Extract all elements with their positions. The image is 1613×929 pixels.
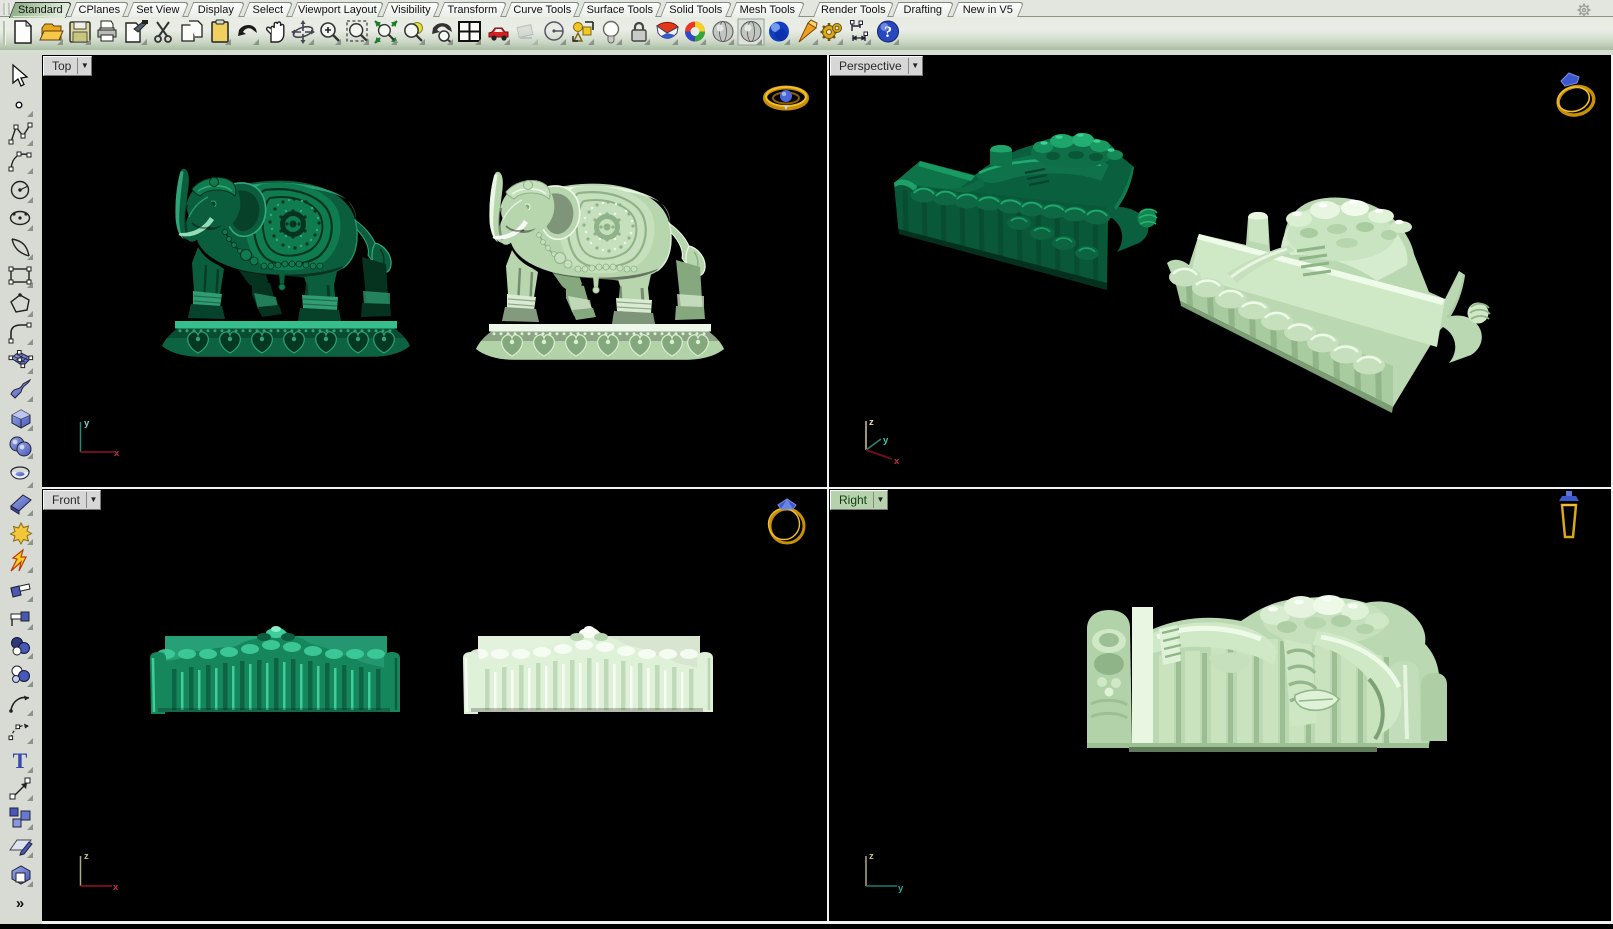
svg-text:y: y [84,418,90,429]
svg-text:y: y [898,883,904,894]
svg-text:?: ? [884,24,892,41]
svg-text:x: x [894,456,900,467]
svg-text:z: z [869,851,874,862]
svg-text:z: z [84,851,89,862]
svg-text:T: T [13,748,28,773]
svg-text:y: y [883,435,889,446]
svg-text:x: x [113,882,119,893]
svg-text:»: » [16,895,24,912]
svg-text:z: z [869,417,874,428]
svg-text:x: x [114,448,120,459]
